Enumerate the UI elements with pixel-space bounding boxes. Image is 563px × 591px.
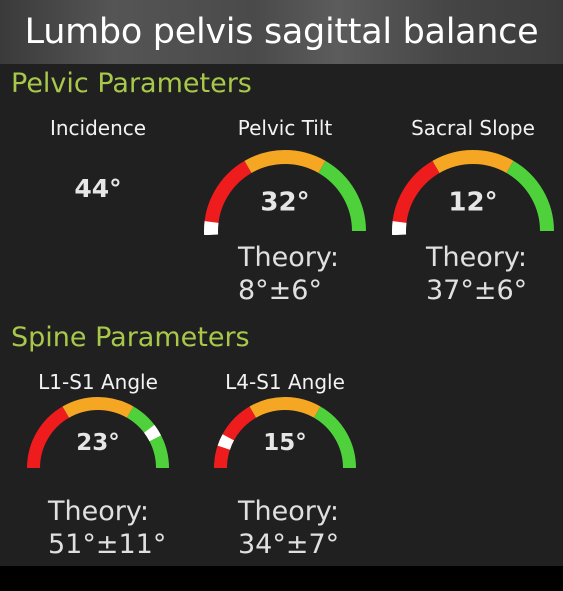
l4s1-angle-label: L4-S1 Angle [225,370,345,394]
gauge-red-segment [27,406,70,469]
gauge-value: 15° [263,430,307,456]
gauge-orange-segment [249,397,321,418]
pelvic-tilt-gauge: 32° [204,150,366,235]
header-bar: Lumbo pelvis sagittal balance [0,0,563,64]
sacral-slope-theory-value: 37°±6° [426,275,528,306]
sacral-slope-label: Sacral Slope [411,116,535,140]
l1s1-angle-gauge: 23° [27,397,169,469]
l4s1-theory-value: 34°±7° [238,529,340,560]
gauge-green-segment [506,160,554,232]
sacral-slope-theory-label: Theory: [426,242,527,273]
gauge-marker [217,434,235,450]
gauge-value: 23° [76,430,120,456]
gauge-red-segment [392,160,440,232]
gauge-green-segment [318,160,366,232]
incidence-label: Incidence [49,116,147,140]
incidence-value: 44° [74,174,122,203]
gauge-green-segment [313,406,356,469]
gauge-marker [204,221,219,235]
gauge-value: 12° [448,187,497,217]
pelvic-tilt-theory-value: 8°±6° [238,275,322,306]
gauge-value: 32° [260,187,309,217]
gauge-orange-segment [62,397,134,418]
l4s1-theory-label: Theory: [238,496,339,527]
app-panel: Lumbo pelvis sagittal balance Pelvic Par… [0,0,563,566]
pelvic-tilt-label: Pelvic Tilt [237,116,333,140]
gauge-green-segment [126,406,169,469]
gauge-marker [143,424,162,442]
page-title: Lumbo pelvis sagittal balance [24,12,539,52]
l1s1-theory-value: 51°±11° [48,529,167,560]
gauge-marker [392,221,407,235]
spine-parameters-heading: Spine Parameters [11,322,250,353]
l4s1-angle-gauge: 15° [214,397,356,469]
sacral-slope-gauge: 12° [392,150,554,235]
l1s1-angle-label: L1-S1 Angle [38,370,158,394]
bottom-system-bar [0,566,563,591]
pelvic-parameters-heading: Pelvic Parameters [11,68,252,99]
gauge-orange-segment [432,150,514,174]
gauge-orange-segment [244,150,326,174]
gauge-red-segment [204,160,252,232]
l1s1-theory-label: Theory: [48,496,149,527]
pelvic-tilt-theory-label: Theory: [238,242,339,273]
